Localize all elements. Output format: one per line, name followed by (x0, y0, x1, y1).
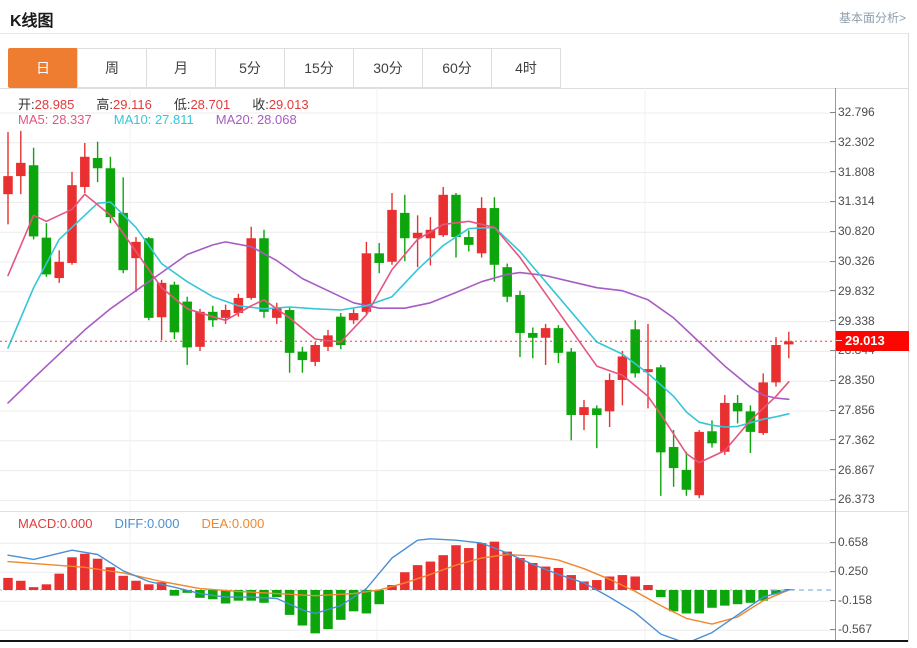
tab-15min[interactable]: 15分 (284, 48, 354, 88)
candles (3, 131, 793, 498)
y-axis-tick-label: 26.867 (830, 463, 875, 477)
header-divider (0, 33, 908, 34)
ma10-value: MA10: 27.811 (114, 112, 194, 127)
kline-widget: K线图 基本面分析> 日 周 月 5分 15分 30分 60分 4时 开:28.… (0, 0, 917, 648)
y-axis-tick-label: 31.314 (830, 194, 875, 208)
tab-5min[interactable]: 5分 (215, 48, 285, 88)
open-value: 开:28.985 (18, 94, 74, 113)
macd-bars (3, 542, 793, 634)
y-axis-tick-label: 27.362 (830, 433, 875, 447)
period-tab-bar: 日 周 月 5分 15分 30分 60分 4时 (8, 48, 561, 88)
high-value: 高:29.116 (96, 94, 151, 113)
fundamental-analysis-link[interactable]: 基本面分析> (839, 9, 906, 26)
y-axis-tick-label: 29.832 (830, 284, 875, 298)
y-axis-tick-label: 0.250 (830, 564, 868, 578)
panel-separator (0, 511, 908, 512)
ohlc-info-row: 开:28.985 高:29.116 低:28.701 收:29.013 (18, 94, 309, 113)
tab-day[interactable]: 日 (8, 48, 78, 88)
tab-4hour[interactable]: 4时 (491, 48, 561, 88)
tab-week[interactable]: 周 (77, 48, 147, 88)
diff-value: DIFF:0.000 (114, 516, 179, 531)
y-axis-tick-label: 28.350 (830, 373, 875, 387)
page-title: K线图 (10, 7, 54, 31)
tab-month[interactable]: 月 (146, 48, 216, 88)
y-axis-tick-label: 30.820 (830, 224, 875, 238)
y-axis-tick-label: -0.567 (830, 622, 872, 636)
current-price-badge: 29.013 (836, 331, 909, 351)
macd-chart[interactable] (0, 512, 835, 641)
y-axis-tick-label: 31.808 (830, 165, 875, 179)
tab-60min[interactable]: 60分 (422, 48, 492, 88)
dea-value: DEA:0.000 (201, 516, 264, 531)
y-axis-tick-label: 30.326 (830, 254, 875, 268)
macd-value: MACD:0.000 (18, 516, 92, 531)
y-axis-tick-label: 29.338 (830, 314, 875, 328)
y-axis-tick-label: -0.158 (830, 593, 872, 607)
tab-30min[interactable]: 30分 (353, 48, 423, 88)
y-axis-tick-label: 32.302 (830, 135, 875, 149)
y-axis-tick-label: 27.856 (830, 403, 875, 417)
ma5-value: MA5: 28.337 (18, 112, 92, 127)
macd-info-row: MACD:0.000 DIFF:0.000 DEA:0.000 (18, 516, 264, 531)
y-axis-tick-label: 32.796 (830, 105, 875, 119)
close-value: 收:29.013 (252, 94, 308, 113)
chart-bottom-border (0, 640, 908, 642)
ma20-value: MA20: 28.068 (216, 112, 297, 127)
candlestick-chart[interactable] (0, 88, 835, 512)
ma-info-row: MA5: 28.337 MA10: 27.811 MA20: 28.068 (18, 112, 297, 127)
low-value: 低:28.701 (174, 94, 230, 113)
price-tick-mark (836, 340, 842, 341)
y-axis-tick-label: 0.658 (830, 535, 868, 549)
y-axis-tick-label: 26.373 (830, 492, 875, 506)
